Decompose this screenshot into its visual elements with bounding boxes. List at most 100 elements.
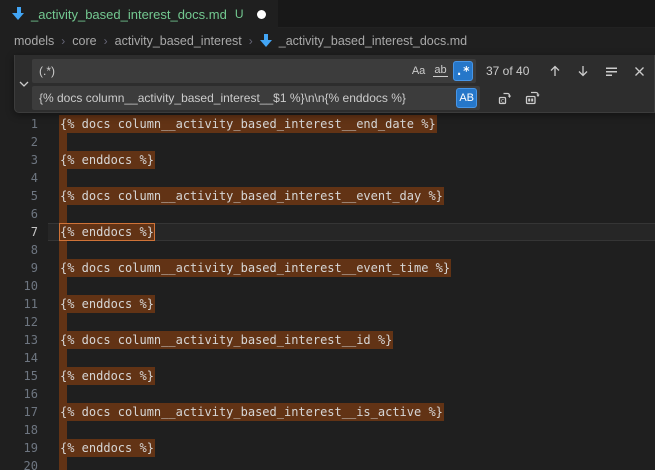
unsaved-changes-dot[interactable] xyxy=(257,10,266,19)
close-find-button[interactable] xyxy=(628,60,650,82)
line-number[interactable]: 12 xyxy=(0,313,38,331)
chevron-down-icon xyxy=(19,81,29,87)
tab-activity-docs[interactable]: _activity_based_interest_docs.md U xyxy=(0,0,278,28)
line-number[interactable]: 10 xyxy=(0,277,38,295)
line-content[interactable] xyxy=(38,421,67,439)
line-content[interactable] xyxy=(38,277,67,295)
replace-input[interactable] xyxy=(35,87,456,109)
line-content[interactable]: {% enddocs %} xyxy=(38,295,155,313)
line-number[interactable]: 14 xyxy=(0,349,38,367)
editor-line[interactable]: 12 xyxy=(0,313,655,331)
chevron-right-icon: › xyxy=(248,34,254,48)
line-content[interactable] xyxy=(38,169,67,187)
line-number[interactable]: 3 xyxy=(0,151,38,169)
line-content[interactable] xyxy=(38,385,67,403)
arrow-down-icon xyxy=(577,65,589,77)
line-content[interactable] xyxy=(38,457,67,470)
replace-all-button[interactable] xyxy=(522,87,544,109)
markdown-file-icon xyxy=(12,7,25,21)
editor-line[interactable]: 18 xyxy=(0,421,655,439)
breadcrumb-item-file[interactable]: _activity_based_interest_docs.md xyxy=(279,34,467,48)
find-in-selection-button[interactable] xyxy=(600,60,622,82)
editor-line[interactable]: 8 xyxy=(0,241,655,259)
line-number[interactable]: 7 xyxy=(0,223,38,241)
line-number[interactable]: 6 xyxy=(0,205,38,223)
regex-button[interactable]: .* xyxy=(453,61,473,81)
current-find-match: {% enddocs %} xyxy=(59,223,155,241)
editor-line[interactable]: 6 xyxy=(0,205,655,223)
editor-line[interactable]: 16 xyxy=(0,385,655,403)
line-content[interactable] xyxy=(38,241,67,259)
editor-line[interactable]: 10 xyxy=(0,277,655,295)
find-match-highlight xyxy=(59,169,67,187)
line-content[interactable]: {% enddocs %} xyxy=(38,223,155,241)
arrow-up-icon xyxy=(549,65,561,77)
next-match-button[interactable] xyxy=(572,60,594,82)
markdown-file-icon xyxy=(260,34,273,48)
editor-line[interactable]: 5{% docs column__activity_based_interest… xyxy=(0,187,655,205)
line-content[interactable]: {% docs column__activity_based_interest_… xyxy=(38,259,451,277)
breadcrumb-item-activity-based-interest[interactable]: activity_based_interest xyxy=(115,34,242,48)
vscode-window: _activity_based_interest_docs.md U model… xyxy=(0,0,655,470)
whole-word-button[interactable]: ab xyxy=(431,61,451,81)
editor-line[interactable]: 17{% docs column__activity_based_interes… xyxy=(0,403,655,421)
editor-pane[interactable]: 1 {% docs column__activity_based_interest… xyxy=(0,54,655,470)
replace-input-box: AB xyxy=(32,86,480,110)
find-input[interactable] xyxy=(35,60,409,82)
line-content[interactable]: {% docs column__activity_based_interest_… xyxy=(38,331,393,349)
toggle-replace-button[interactable] xyxy=(15,55,32,113)
line-number[interactable]: 2 xyxy=(0,133,38,151)
editor-line[interactable]: 15 {% enddocs %} xyxy=(0,367,655,385)
editor-line[interactable]: 2 xyxy=(0,133,655,151)
line-number[interactable]: 16 xyxy=(0,385,38,403)
line-number[interactable]: 20 xyxy=(0,457,38,470)
editor-line[interactable]: 7 {% enddocs %} xyxy=(0,223,655,241)
editor-line[interactable]: 1 {% docs column__activity_based_interest… xyxy=(0,115,655,133)
editor-line[interactable]: 3{% enddocs %} xyxy=(0,151,655,169)
line-number[interactable]: 8 xyxy=(0,241,38,259)
line-number[interactable]: 18 xyxy=(0,421,38,439)
line-content[interactable]: {% enddocs %} xyxy=(38,151,155,169)
line-number[interactable]: 17 xyxy=(0,403,38,421)
editor-line[interactable]: 19{% enddocs %} xyxy=(0,439,655,457)
line-number[interactable]: 13 xyxy=(0,331,38,349)
line-content[interactable]: {% docs column__activity_based_interest_… xyxy=(38,187,444,205)
match-case-button[interactable]: Aa xyxy=(409,61,429,81)
editor-line[interactable]: 20 xyxy=(0,457,655,470)
previous-match-button[interactable] xyxy=(544,60,566,82)
line-number[interactable]: 5 xyxy=(0,187,38,205)
find-in-selection-icon xyxy=(605,66,618,77)
line-content[interactable] xyxy=(38,349,67,367)
preserve-case-button[interactable]: AB xyxy=(456,88,477,108)
line-number[interactable]: 9 xyxy=(0,259,38,277)
editor-line[interactable]: 11{% enddocs %} xyxy=(0,295,655,313)
line-number[interactable]: 11 xyxy=(0,295,38,313)
editor-line[interactable]: 14 xyxy=(0,349,655,367)
line-number[interactable]: 1 xyxy=(0,115,38,133)
line-content[interactable] xyxy=(38,205,67,223)
line-number[interactable]: 4 xyxy=(0,169,38,187)
find-match-highlight: {% docs column__activity_based_interest_… xyxy=(59,259,451,277)
line-content[interactable]: {% docs column__activity_based_interest_… xyxy=(38,403,444,421)
tab-title: _activity_based_interest_docs.md xyxy=(31,7,227,22)
line-number[interactable]: 19 xyxy=(0,439,38,457)
line-content[interactable]: {% enddocs %} xyxy=(38,439,155,457)
find-match-highlight xyxy=(59,385,67,403)
line-content[interactable]: {% docs column__activity_based_interest_… xyxy=(38,115,437,133)
line-content[interactable] xyxy=(38,313,67,331)
replace-icon: c xyxy=(498,91,513,105)
breadcrumb-item-core[interactable]: core xyxy=(72,34,96,48)
editor-line[interactable]: 13{% docs column__activity_based_interes… xyxy=(0,331,655,349)
editor-line[interactable]: 9 {% docs column__activity_based_interest… xyxy=(0,259,655,277)
breadcrumb-item-models[interactable]: models xyxy=(14,34,54,48)
editor-lines: 1 {% docs column__activity_based_interest… xyxy=(0,115,655,470)
line-content[interactable] xyxy=(38,133,67,151)
chevron-right-icon: › xyxy=(60,34,66,48)
find-match-highlight: {% enddocs %} xyxy=(59,367,155,385)
match-count: 37 of 40 xyxy=(486,64,529,78)
line-content[interactable]: {% enddocs %} xyxy=(38,367,155,385)
line-number[interactable]: 15 xyxy=(0,367,38,385)
editor-line[interactable]: 4 xyxy=(0,169,655,187)
find-match-highlight: {% docs column__activity_based_interest_… xyxy=(59,115,437,133)
replace-button[interactable]: c xyxy=(494,87,516,109)
